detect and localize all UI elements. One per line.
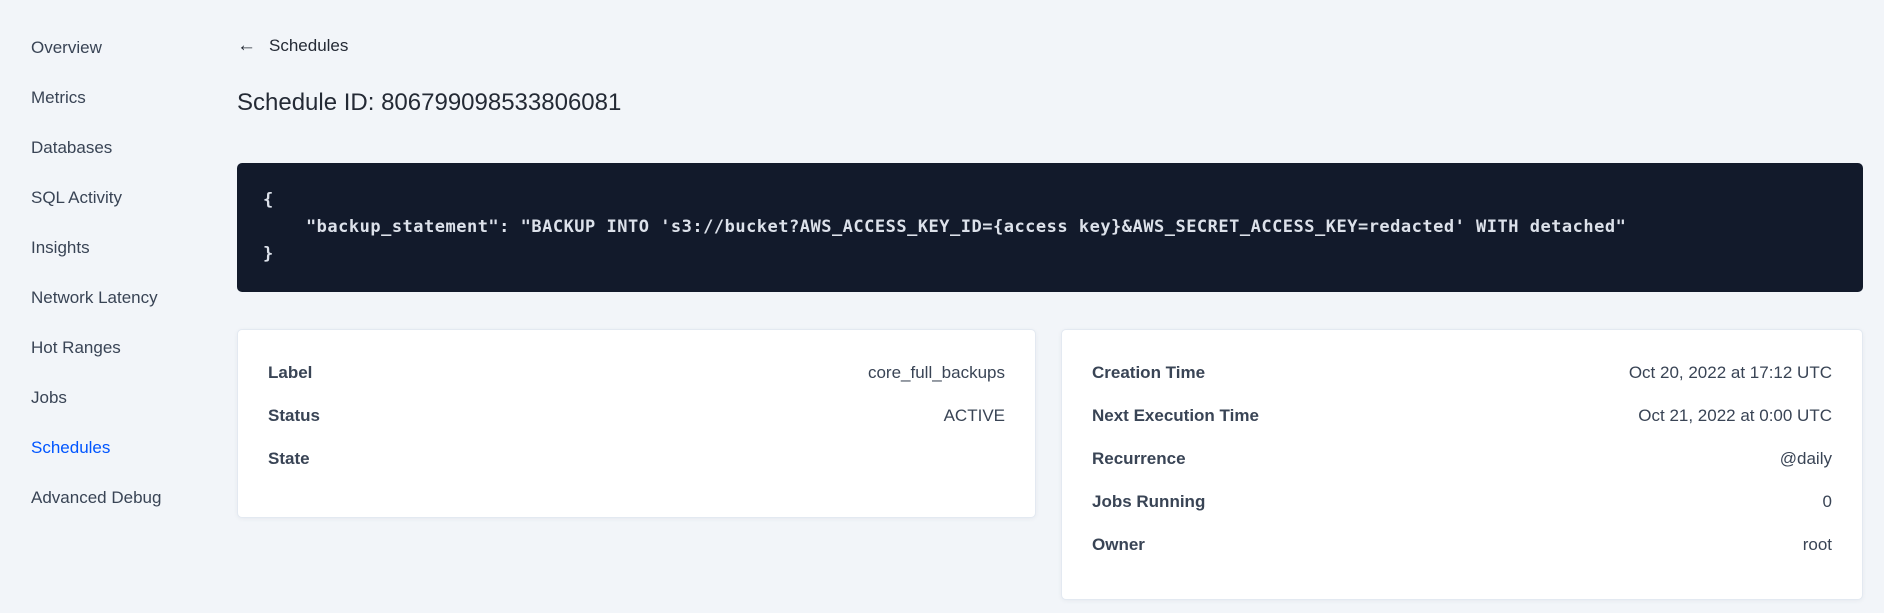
detail-row-jobs-running: Jobs Running 0 — [1092, 492, 1832, 514]
main-content: ← Schedules Schedule ID: 806799098533806… — [237, 0, 1884, 613]
sidebar-item-network-latency[interactable]: Network Latency — [0, 273, 237, 323]
detail-value: 0 — [1822, 492, 1832, 511]
detail-value: Oct 21, 2022 at 0:00 UTC — [1638, 406, 1832, 425]
detail-label: Label — [268, 363, 313, 382]
sidebar-item-schedules[interactable]: Schedules — [0, 423, 237, 473]
detail-row-next-execution-time: Next Execution Time Oct 21, 2022 at 0:00… — [1092, 406, 1832, 428]
detail-row-creation-time: Creation Time Oct 20, 2022 at 17:12 UTC — [1092, 363, 1832, 385]
sidebar-item-metrics[interactable]: Metrics — [0, 73, 237, 123]
code-line: } — [263, 244, 274, 264]
detail-label: Owner — [1092, 535, 1145, 554]
back-arrow-icon: ← — [237, 35, 256, 56]
detail-cards: Label core_full_backups Status ACTIVE St… — [237, 329, 1863, 600]
code-line: { — [263, 190, 274, 210]
sidebar-item-hot-ranges[interactable]: Hot Ranges — [0, 323, 237, 373]
sidebar-item-databases[interactable]: Databases — [0, 123, 237, 173]
sidebar-item-insights[interactable]: Insights — [0, 223, 237, 273]
detail-label: Creation Time — [1092, 363, 1206, 382]
detail-value: @daily — [1779, 449, 1832, 468]
detail-value: root — [1802, 535, 1832, 554]
detail-label: Recurrence — [1092, 449, 1186, 468]
detail-row-state: State — [268, 449, 1005, 471]
schedule-timing-card: Creation Time Oct 20, 2022 at 17:12 UTC … — [1061, 329, 1863, 600]
detail-label: Status — [268, 406, 320, 425]
sidebar-item-jobs[interactable]: Jobs — [0, 373, 237, 423]
sidebar-item-sql-activity[interactable]: SQL Activity — [0, 173, 237, 223]
sidebar-item-advanced-debug[interactable]: Advanced Debug — [0, 473, 237, 523]
detail-label: Jobs Running — [1092, 492, 1206, 511]
detail-label: State — [268, 449, 310, 468]
code-line: "backup_statement": "BACKUP INTO 's3://b… — [263, 217, 1627, 237]
detail-value: ACTIVE — [943, 406, 1005, 425]
detail-value: core_full_backups — [867, 363, 1005, 382]
detail-row-recurrence: Recurrence @daily — [1092, 449, 1832, 471]
schedule-summary-card: Label core_full_backups Status ACTIVE St… — [237, 329, 1036, 518]
page-title: Schedule ID: 806799098533806081 — [237, 89, 622, 116]
detail-label: Next Execution Time — [1092, 406, 1259, 425]
detail-row-owner: Owner root — [1092, 535, 1832, 557]
detail-row-label: Label core_full_backups — [268, 363, 1005, 385]
backup-statement-code-block: { "backup_statement": "BACKUP INTO 's3:/… — [237, 163, 1863, 292]
detail-row-status: Status ACTIVE — [268, 406, 1005, 428]
sidebar: Overview Metrics Databases SQL Activity … — [0, 0, 237, 613]
detail-value: Oct 20, 2022 at 17:12 UTC — [1628, 363, 1832, 382]
back-link-label: Schedules — [269, 36, 349, 55]
back-to-schedules-link[interactable]: ← Schedules — [237, 36, 348, 56]
page: Overview Metrics Databases SQL Activity … — [0, 0, 1884, 613]
sidebar-item-overview[interactable]: Overview — [0, 23, 237, 73]
